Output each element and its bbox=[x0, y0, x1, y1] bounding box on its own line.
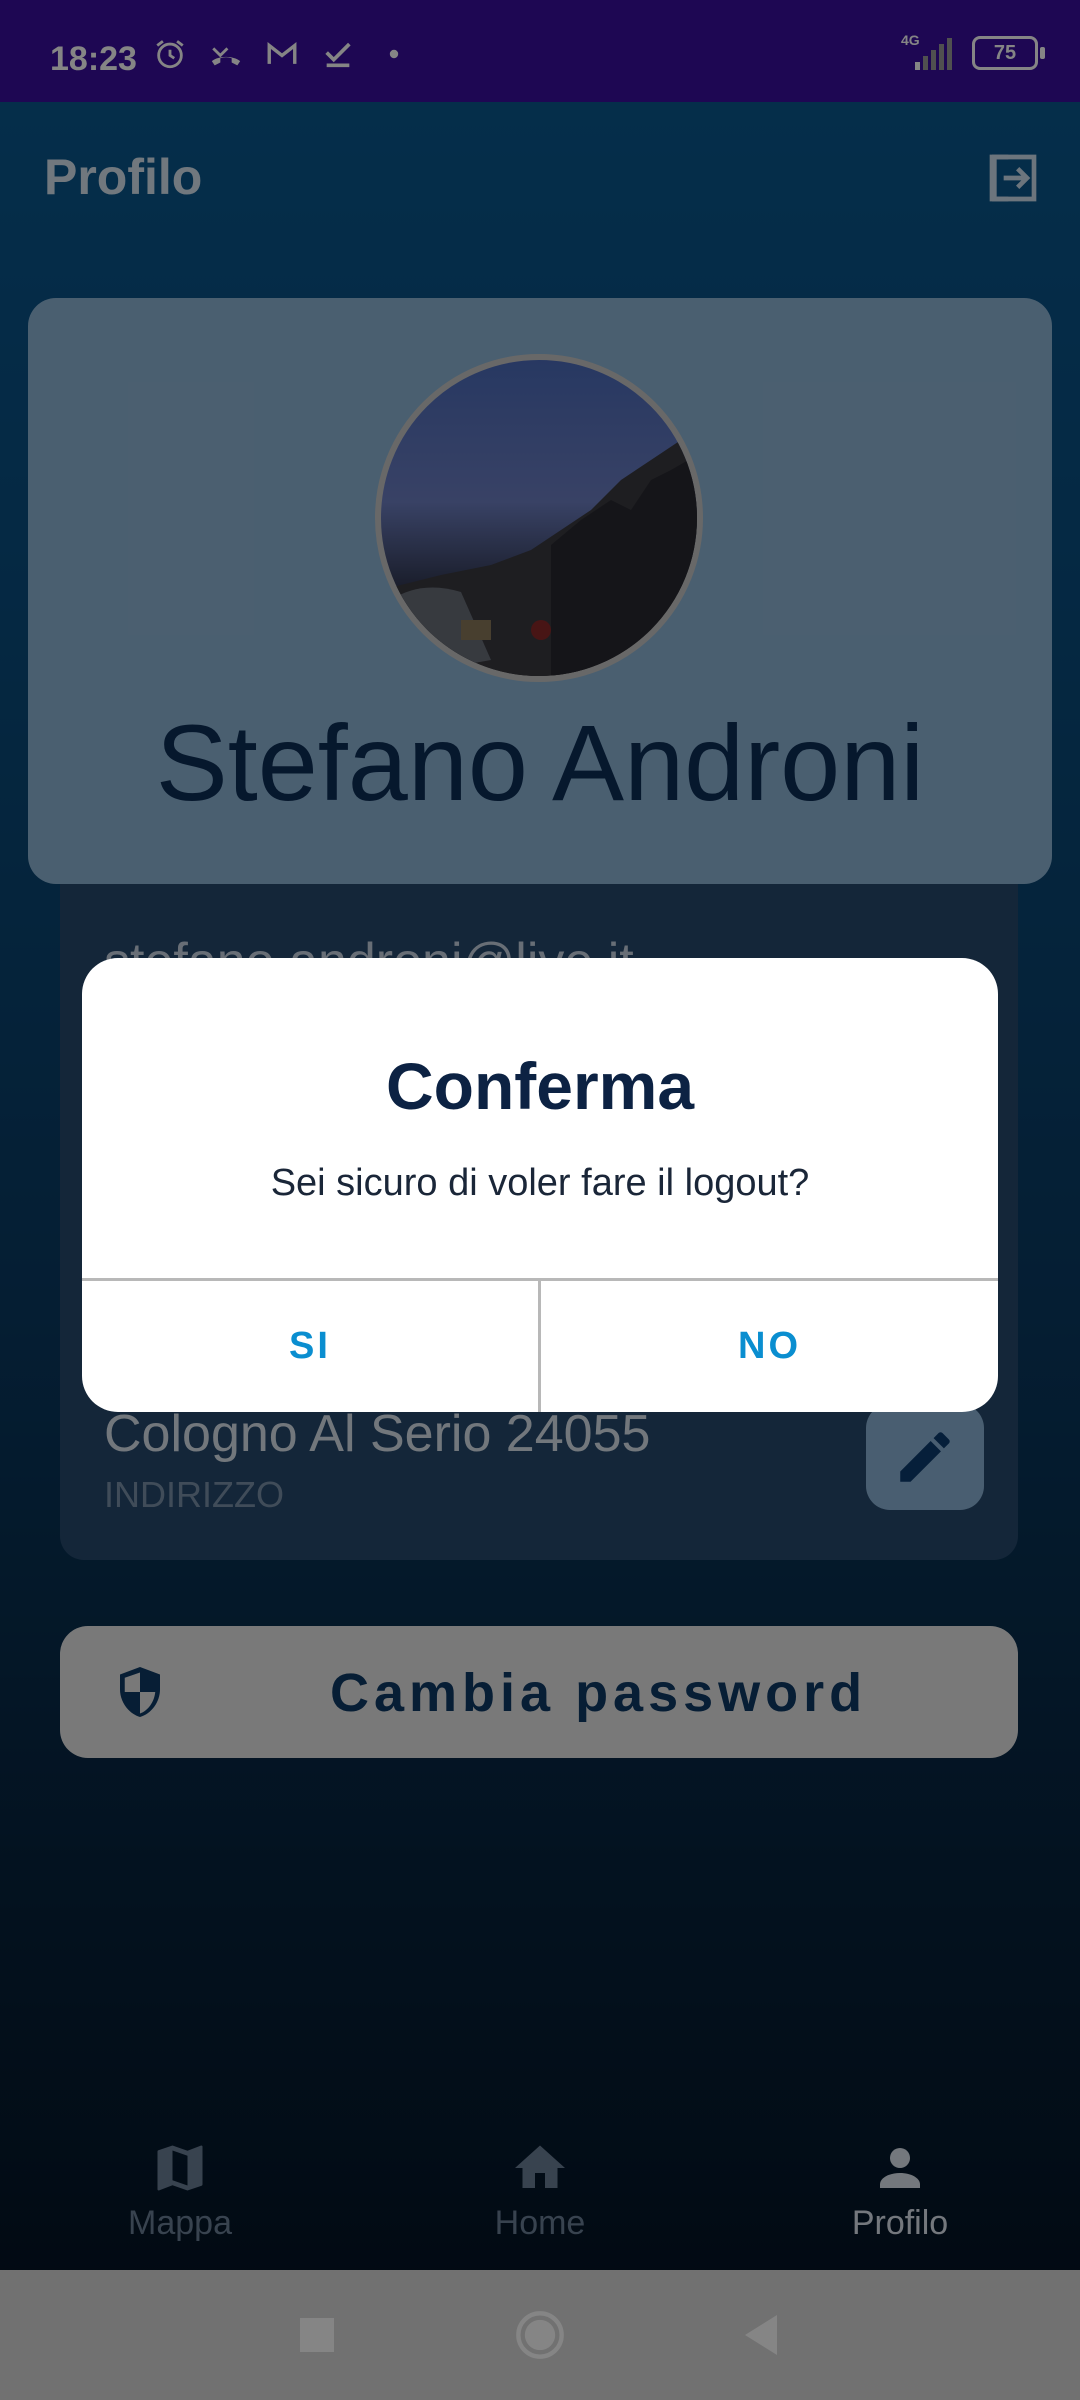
dialog-title: Conferma bbox=[385, 1049, 695, 1123]
dialog-message: Sei sicuro di voler fare il logout? bbox=[270, 1162, 810, 1204]
confirm-no-button[interactable]: NO bbox=[541, 1281, 998, 1412]
confirm-yes-button[interactable]: SI bbox=[82, 1281, 538, 1412]
logout-confirm-dialog: Conferma Sei sicuro di voler fare il log… bbox=[82, 958, 998, 1412]
